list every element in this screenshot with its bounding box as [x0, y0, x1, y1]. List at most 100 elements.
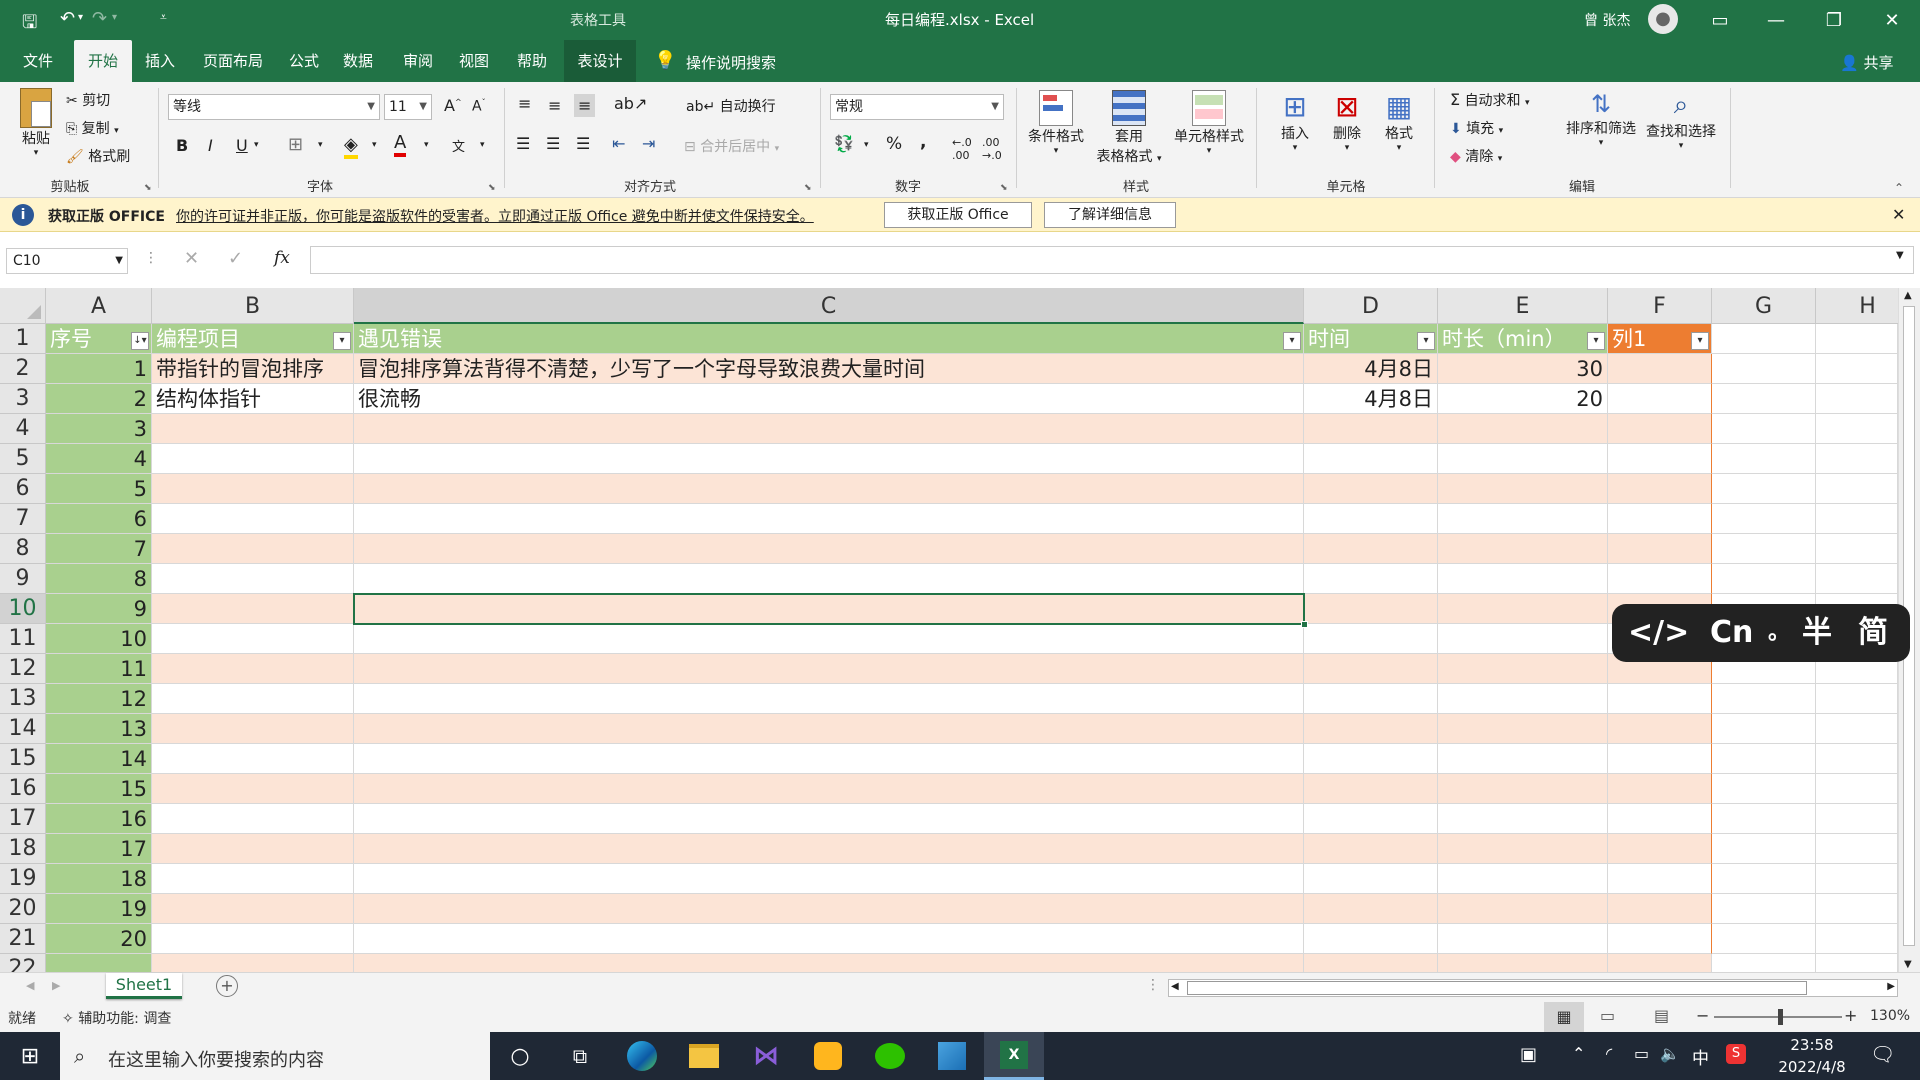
enter-icon[interactable]: ✓: [228, 248, 243, 269]
zoom-level[interactable]: 130%: [1870, 1008, 1910, 1024]
cell-error[interactable]: [354, 864, 1304, 894]
cell-duration[interactable]: [1438, 474, 1608, 504]
cell-col1[interactable]: [1608, 444, 1712, 474]
merge-center-button[interactable]: ⊟ 合并后居中 ▾: [684, 136, 779, 156]
row-header[interactable]: 21: [0, 924, 46, 954]
cell-col1[interactable]: [1608, 714, 1712, 744]
cell-project[interactable]: [152, 654, 354, 684]
header-duration[interactable]: 时长（min） ▾: [1438, 324, 1608, 354]
delete-cells-button[interactable]: ⊠ 删除 ▾: [1320, 90, 1374, 153]
cell-seq[interactable]: 9: [46, 594, 152, 624]
row-header[interactable]: 9: [0, 564, 46, 594]
cell-col1[interactable]: [1608, 804, 1712, 834]
chevron-down-icon[interactable]: ▾: [864, 140, 869, 150]
cell-project[interactable]: [152, 594, 354, 624]
zoom-out-icon[interactable]: −: [1696, 1006, 1709, 1025]
shrink-font-button[interactable]: Aˇ: [472, 98, 486, 115]
cell-error[interactable]: 冒泡排序算法背得不清楚，少写了一个字母导致浪费大量时间: [354, 354, 1304, 384]
scroll-down-icon[interactable]: ▼: [1904, 959, 1912, 970]
row-header[interactable]: 5: [0, 444, 46, 474]
bold-button[interactable]: B: [176, 136, 188, 155]
cell-project[interactable]: [152, 684, 354, 714]
cell[interactable]: [1816, 894, 1898, 924]
cell-project[interactable]: [152, 564, 354, 594]
cell-date[interactable]: [1304, 684, 1438, 714]
borders-icon[interactable]: ⊞: [288, 134, 303, 155]
align-bottom-icon[interactable]: ≡: [574, 94, 596, 117]
cell-project[interactable]: [152, 624, 354, 654]
show-hidden-icons-icon[interactable]: ⌃: [1572, 1044, 1585, 1063]
add-sheet-icon[interactable]: +: [216, 975, 238, 997]
cell-date[interactable]: 4月8日: [1304, 354, 1438, 384]
column-header-a[interactable]: A: [46, 288, 152, 324]
cell-seq[interactable]: 7: [46, 534, 152, 564]
cell-project[interactable]: [152, 504, 354, 534]
cell-date[interactable]: [1304, 864, 1438, 894]
cell[interactable]: [1816, 834, 1898, 864]
cell-duration[interactable]: [1438, 774, 1608, 804]
paste-button[interactable]: 粘贴 ▾: [12, 88, 60, 158]
cell-seq[interactable]: 14: [46, 744, 152, 774]
align-middle-icon[interactable]: ≡: [548, 96, 561, 115]
cell-duration[interactable]: [1438, 594, 1608, 624]
cell[interactable]: [1816, 504, 1898, 534]
cell-project[interactable]: [152, 774, 354, 804]
undo-icon[interactable]: ↶: [60, 8, 75, 29]
save-icon[interactable]: 🖫: [22, 10, 37, 40]
cell-seq[interactable]: 15: [46, 774, 152, 804]
cell[interactable]: [1712, 534, 1816, 564]
share-button[interactable]: 👤 共享: [1840, 52, 1893, 73]
cell-error[interactable]: [354, 444, 1304, 474]
cell-seq[interactable]: 4: [46, 444, 152, 474]
cell[interactable]: [1816, 684, 1898, 714]
cell-duration[interactable]: [1438, 504, 1608, 534]
cell-project[interactable]: [152, 534, 354, 564]
cell[interactable]: [1816, 354, 1898, 384]
cell-duration[interactable]: [1438, 414, 1608, 444]
cell-error[interactable]: [354, 684, 1304, 714]
currency-icon[interactable]: 💱: [834, 134, 854, 153]
cut-button[interactable]: ✂ 剪切: [66, 90, 110, 110]
cell-duration[interactable]: [1438, 534, 1608, 564]
phonetic-guide-button[interactable]: 文: [452, 136, 465, 155]
column-header-b[interactable]: B: [152, 288, 354, 324]
cell-date[interactable]: 4月8日: [1304, 384, 1438, 414]
cell[interactable]: [1608, 954, 1712, 972]
cell[interactable]: [1816, 804, 1898, 834]
column-header-e[interactable]: E: [1438, 288, 1608, 324]
cell[interactable]: [1712, 954, 1816, 972]
cell-error[interactable]: [354, 564, 1304, 594]
cell-col1[interactable]: [1608, 744, 1712, 774]
file-explorer-icon[interactable]: [674, 1032, 734, 1080]
cell-error[interactable]: [354, 534, 1304, 564]
font-size-select[interactable]: 11 ▼: [384, 94, 432, 120]
cell[interactable]: [1712, 744, 1816, 774]
ime-toolbar[interactable]: </> Cn 。 半 简: [1612, 604, 1910, 662]
increase-decimal-icon[interactable]: ←.0.00: [952, 136, 972, 162]
scroll-up-icon[interactable]: ▲: [1904, 290, 1912, 301]
cell[interactable]: [1712, 384, 1816, 414]
tab-insert[interactable]: 插入: [136, 40, 184, 82]
chevron-down-icon[interactable]: ▾: [318, 140, 323, 150]
language-indicator[interactable]: 中: [1692, 1044, 1709, 1069]
horizontal-scroll-thumb[interactable]: [1187, 981, 1807, 995]
orientation-icon[interactable]: ab↗: [614, 94, 647, 113]
dialog-launcher-icon[interactable]: ⬊: [804, 183, 812, 193]
ime-half-width[interactable]: 半: [1802, 604, 1832, 662]
cell[interactable]: [1816, 924, 1898, 954]
cell[interactable]: [1816, 444, 1898, 474]
cell-duration[interactable]: [1438, 654, 1608, 684]
cell-date[interactable]: [1304, 534, 1438, 564]
cell-duration[interactable]: [1438, 924, 1608, 954]
sort-filter-button[interactable]: ⇅ 排序和筛选 ▾: [1562, 90, 1640, 148]
ime-simplified[interactable]: 简: [1858, 604, 1888, 662]
cell-error[interactable]: [354, 744, 1304, 774]
cell[interactable]: [1816, 774, 1898, 804]
row-header[interactable]: 16: [0, 774, 46, 804]
cell[interactable]: [46, 954, 152, 972]
cell-duration[interactable]: 20: [1438, 384, 1608, 414]
row-header[interactable]: 19: [0, 864, 46, 894]
cell[interactable]: [1712, 834, 1816, 864]
row-header[interactable]: 6: [0, 474, 46, 504]
cell-seq[interactable]: 18: [46, 864, 152, 894]
